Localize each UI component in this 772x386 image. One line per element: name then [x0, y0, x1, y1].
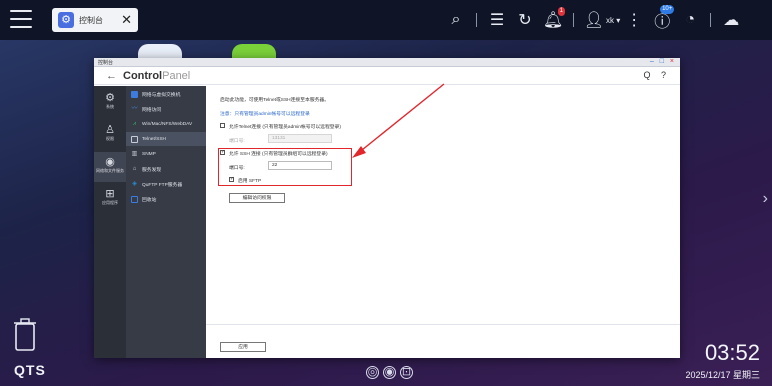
control-panel-taskbar-tab[interactable]: ⚙ 控制台 ✕ — [52, 8, 138, 32]
telnet-label: 允许Telnet连接 (只有管理员admin帐号可以远程登录) — [229, 125, 341, 130]
dock-icon[interactable]: ⊡ — [400, 366, 413, 379]
brand-title-strong: Control — [123, 69, 163, 82]
tray-separator — [476, 13, 477, 27]
sync-icon[interactable]: ↻ — [511, 10, 539, 30]
user-icon[interactable]: 👤︎ — [580, 10, 608, 30]
dock-icon[interactable]: ◉ — [383, 366, 396, 379]
apps-icon: ⊞ — [105, 188, 115, 200]
telnet-checkbox[interactable] — [220, 123, 225, 128]
subnav-item-service-discovery[interactable]: ⌂ 服务发现 — [126, 162, 206, 176]
trash-icon[interactable] — [14, 318, 36, 352]
more-options-icon[interactable]: ⋮ — [620, 10, 648, 30]
info-badge: 10+ — [660, 5, 675, 14]
clock-date: 2025/12/17 星期三 — [685, 370, 760, 380]
sub-navigation: 网络与虚拟交换机 〰 网络访问 ⩘ Win/Mac/NFS/WebDAV Tel… — [126, 86, 206, 358]
admin-note: 注意：只有管理员admin帐号可以远程登录 — [220, 112, 310, 117]
main-menu-button[interactable] — [10, 10, 32, 28]
maximize-button[interactable]: □ — [660, 58, 666, 65]
globe-icon: ◉ — [105, 156, 115, 168]
close-button[interactable]: × — [670, 58, 676, 65]
subnav-item-telnet-ssh[interactable]: Telnet/SSH — [126, 132, 206, 146]
rail-label: 权限 — [106, 136, 114, 141]
rail-label: 网络和文件服务 — [96, 168, 124, 173]
tray-separator — [710, 13, 712, 27]
subnav-item-win-mac-nfs[interactable]: ⩘ Win/Mac/NFS/WebDAV — [126, 117, 206, 131]
tray-separator — [573, 13, 574, 27]
subnav-label: Win/Mac/NFS/WebDAV — [142, 121, 193, 127]
settings-content: 启动此功能，可使用Telnet或SSH连接至本服务器。 注意：只有管理员admi… — [206, 86, 680, 358]
edit-access-permission-button[interactable]: 编辑访问权限 — [229, 193, 285, 203]
footer-divider — [206, 324, 680, 325]
subnav-item-recycle-bin[interactable]: 回收站 — [126, 192, 206, 206]
service-discovery-icon: ⌂ — [132, 165, 137, 172]
subnav-item-network-access[interactable]: 〰 网络访问 — [126, 102, 206, 116]
cloud-icon[interactable]: ☁ — [717, 10, 745, 30]
annotation-highlight-box — [218, 148, 352, 186]
category-rail: ⚙ 系统 ♙ 权限 ◉ 网络和文件服务 ⊞ 应用程序 — [94, 86, 126, 358]
gear-icon: ⚙ — [105, 92, 115, 104]
control-panel-window: 控制台 – □ × ← Control Panel Q ? ⚙ 系统 ♙ 权限 … — [94, 58, 680, 358]
subnav-item-ftp[interactable]: ◈ QuFTP FTP服务器 — [126, 177, 206, 191]
dock-icon[interactable]: ◎ — [366, 366, 379, 379]
apply-button[interactable]: 应用 — [220, 342, 266, 352]
window-titlebar[interactable]: 控制台 – □ × — [94, 58, 680, 67]
subnav-label: QuFTP FTP服务器 — [142, 182, 183, 188]
rail-item-privilege[interactable]: ♙ 权限 — [94, 120, 126, 150]
intro-text: 启动此功能，可使用Telnet或SSH连接至本服务器。 — [220, 98, 330, 103]
window-header: ← Control Panel Q ? — [94, 67, 680, 85]
header-search-help-icons[interactable]: Q ? — [643, 70, 670, 80]
rail-item-system[interactable]: ⚙ 系统 — [94, 88, 126, 118]
background-tasks-icon[interactable]: ☰ — [483, 10, 511, 30]
desktop-top-bar: ⚙ 控制台 ✕ ⌕ ☰ ↻ 🔔︎ 1 👤︎ xk ▾ ⋮ ⓘ 10+ ◔ ☁ — [0, 0, 772, 40]
subnav-label: Telnet/SSH — [142, 136, 166, 142]
chevron-right-icon[interactable]: › — [763, 190, 768, 208]
os-label: QTS — [14, 362, 46, 378]
subnav-label: SNMP — [142, 151, 156, 157]
taskbar-tab-close-icon[interactable]: ✕ — [121, 12, 132, 28]
gear-icon: ⚙ — [58, 12, 74, 28]
rail-label: 应用程序 — [102, 200, 118, 205]
system-tray: ⌕ ☰ ↻ 🔔︎ 1 👤︎ xk ▾ ⋮ ⓘ 10+ ◔ ☁ — [442, 5, 745, 34]
ftp-icon: ◈ — [132, 180, 137, 187]
window-controls: – □ × — [650, 58, 676, 65]
subnav-item-snmp[interactable]: ▥ SNMP — [126, 147, 206, 161]
search-icon[interactable]: ⌕ — [442, 11, 470, 29]
telnet-port-label: 端口号: — [229, 139, 245, 144]
user-icon: ♙ — [105, 124, 115, 136]
rail-item-network-file-services[interactable]: ◉ 网络和文件服务 — [94, 152, 126, 182]
telnet-port-input[interactable]: 13131 — [268, 134, 332, 143]
window-title: 控制台 — [98, 60, 114, 66]
network-access-icon: 〰 — [131, 105, 138, 112]
subnav-label: 回收站 — [142, 197, 157, 203]
minimize-button[interactable]: – — [650, 58, 656, 65]
clock-time: 03:52 — [704, 340, 760, 365]
info-icon[interactable]: ⓘ 10+ — [648, 5, 676, 32]
user-name-menu[interactable]: xk ▾ — [606, 16, 620, 25]
notification-badge: 1 — [557, 7, 565, 16]
taskbar-tab-label: 控制台 — [79, 15, 103, 25]
subnav-item-network-virtual-switch[interactable]: 网络与虚拟交换机 — [126, 87, 206, 101]
dashboard-gauge-icon[interactable]: ◔ — [676, 11, 704, 29]
telnet-ssh-icon — [131, 135, 138, 143]
snmp-icon: ▥ — [131, 150, 138, 157]
subnav-label: 网络与虚拟交换机 — [142, 92, 181, 98]
back-arrow-icon[interactable]: ← — [106, 70, 117, 82]
bell-icon[interactable]: 🔔︎ 1 — [539, 7, 567, 30]
subnav-label: 服务发现 — [142, 167, 162, 173]
network-switch-icon — [131, 90, 138, 98]
recycle-bin-icon — [131, 195, 138, 203]
win-mac-nfs-icon: ⩘ — [132, 120, 137, 127]
rail-item-applications[interactable]: ⊞ 应用程序 — [94, 184, 126, 214]
brand-title-light: Panel — [162, 69, 191, 82]
rail-label: 系统 — [106, 104, 114, 109]
bottom-dock: ◎ ◉ ⊡ — [366, 366, 413, 379]
subnav-label: 网络访问 — [142, 107, 162, 113]
